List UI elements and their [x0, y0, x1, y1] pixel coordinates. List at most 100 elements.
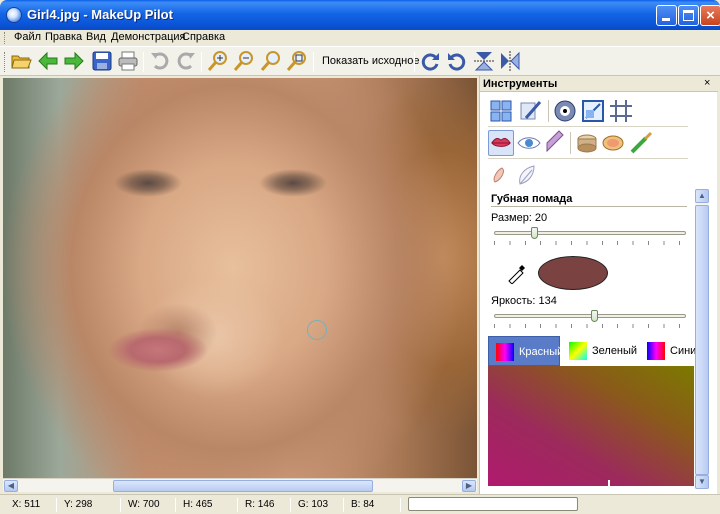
zoom-in-icon[interactable] — [207, 50, 229, 72]
forward-arrow-icon[interactable] — [63, 50, 85, 72]
window-title: Girl4.jpg - MakeUp Pilot — [27, 7, 173, 22]
status-separator — [120, 498, 121, 512]
menu-demo[interactable]: Демонстрация — [111, 31, 186, 43]
status-width: W: 700 — [128, 499, 160, 510]
color-gradient-field[interactable] — [488, 366, 694, 486]
scroll-right-icon[interactable]: ▶ — [462, 480, 476, 492]
status-red: R: 146 — [245, 499, 275, 510]
wand-brush-icon[interactable] — [518, 98, 544, 124]
status-green: G: 103 — [298, 499, 329, 510]
menu-help[interactable]: Справка — [182, 31, 225, 43]
status-separator — [56, 498, 57, 512]
green-gradient-icon — [569, 342, 587, 360]
size-label: Размер: 20 — [491, 212, 548, 224]
status-bar: X: 511 Y: 298 W: 700 H: 465 R: 146 G: 10… — [0, 494, 720, 514]
concealer-pencil-icon[interactable] — [542, 130, 568, 156]
photo-canvas[interactable] — [3, 78, 477, 478]
close-icon: × — [706, 7, 715, 24]
maximize-icon — [683, 10, 694, 21]
toolbar-grip — [4, 52, 7, 72]
toolbar-separator — [414, 52, 415, 72]
section-divider — [491, 206, 687, 207]
scroll-up-icon[interactable]: ▲ — [695, 189, 709, 203]
app-icon — [6, 7, 22, 23]
brush-cursor — [307, 320, 327, 340]
redo-icon[interactable] — [175, 50, 197, 72]
title-bar: Girl4.jpg - MakeUp Pilot × — [0, 0, 720, 30]
eyedropper-icon[interactable] — [506, 262, 528, 284]
save-icon[interactable] — [91, 50, 113, 72]
status-y: Y: 298 — [64, 499, 93, 510]
crop-resize-icon[interactable] — [580, 98, 606, 124]
minimize-icon — [662, 18, 670, 21]
tab-blue-label: Синий — [670, 345, 698, 357]
lipstick-lips-icon[interactable] — [488, 130, 514, 156]
maximize-button[interactable] — [678, 5, 699, 26]
zoom-out-icon[interactable] — [233, 50, 255, 72]
menu-view[interactable]: Вид — [86, 31, 106, 43]
panel-scroll-thumb[interactable] — [695, 205, 709, 475]
show-original-button[interactable]: Показать исходное — [322, 55, 419, 67]
brightness-slider[interactable] — [494, 310, 686, 329]
toolbar-separator — [313, 52, 314, 72]
size-slider-knob[interactable] — [531, 227, 538, 239]
nail-polish-icon[interactable] — [488, 162, 514, 188]
size-slider[interactable] — [494, 227, 686, 246]
flip-horizontal-icon[interactable] — [499, 50, 521, 72]
status-separator — [237, 498, 238, 512]
size-slider-track — [494, 231, 686, 235]
tools-panel-title: Инструменты — [483, 78, 558, 90]
panel-separator — [548, 100, 549, 122]
blush-compact-icon[interactable] — [600, 130, 626, 156]
menu-file[interactable]: Файл — [14, 31, 41, 43]
print-icon[interactable] — [117, 50, 139, 72]
tab-green[interactable]: Зеленый — [562, 336, 640, 366]
layout-grid-icon[interactable] — [488, 98, 514, 124]
panel-vertical-scrollbar[interactable]: ▲ ▼ — [695, 189, 709, 489]
toolbar-separator — [143, 52, 144, 72]
rotate-ccw-icon[interactable] — [446, 50, 468, 72]
tools-panel: Инструменты × Губная помада Размер: 20 Я… — [479, 76, 718, 494]
status-separator — [400, 498, 401, 512]
panel-separator — [488, 158, 688, 159]
status-separator — [290, 498, 291, 512]
eye-icon[interactable] — [516, 130, 542, 156]
back-arrow-icon[interactable] — [37, 50, 59, 72]
grid-crop-icon[interactable] — [608, 98, 634, 124]
flip-vertical-icon[interactable] — [473, 50, 495, 72]
menu-bar: Файл Правка Вид Демонстрация Справка — [0, 30, 720, 46]
brightness-slider-ticks — [494, 324, 686, 328]
blue-gradient-icon — [647, 342, 665, 360]
brightness-label: Яркость: 134 — [491, 295, 557, 307]
foundation-jar-icon[interactable] — [574, 130, 600, 156]
brightness-slider-knob[interactable] — [591, 310, 598, 322]
open-folder-icon[interactable] — [10, 50, 32, 72]
minimize-button[interactable] — [656, 5, 677, 26]
mascara-brush-icon[interactable] — [628, 130, 654, 156]
rotate-cw-icon[interactable] — [419, 50, 441, 72]
tab-red-label: Красный — [519, 346, 564, 358]
tools-panel-close-icon[interactable]: × — [704, 77, 710, 89]
menu-grip — [4, 32, 7, 44]
scroll-left-icon[interactable]: ◀ — [4, 480, 18, 492]
status-blue: B: 84 — [351, 499, 375, 510]
menu-edit[interactable]: Правка — [45, 31, 82, 43]
zoom-fit-icon[interactable] — [260, 50, 282, 72]
close-button[interactable]: × — [700, 5, 720, 26]
zoom-actual-icon[interactable] — [286, 50, 308, 72]
tab-red[interactable]: Красный — [488, 336, 564, 366]
status-x: X: 511 — [12, 499, 41, 510]
undo-icon[interactable] — [149, 50, 171, 72]
horizontal-scrollbar[interactable]: ◀ ▶ — [3, 478, 477, 492]
eye-circle-icon[interactable] — [552, 98, 578, 124]
feather-icon[interactable] — [514, 162, 540, 188]
tab-green-label: Зеленый — [592, 345, 638, 357]
panel-separator — [488, 126, 688, 127]
tools-panel-header: Инструменты × — [480, 76, 718, 92]
horizontal-scroll-thumb[interactable] — [113, 480, 373, 492]
status-height: H: 465 — [183, 499, 213, 510]
tab-blue[interactable]: Синий — [640, 336, 698, 366]
brightness-slider-track — [494, 314, 686, 318]
lipstick-color-swatch[interactable] — [538, 256, 608, 290]
scroll-down-icon[interactable]: ▼ — [695, 475, 709, 489]
